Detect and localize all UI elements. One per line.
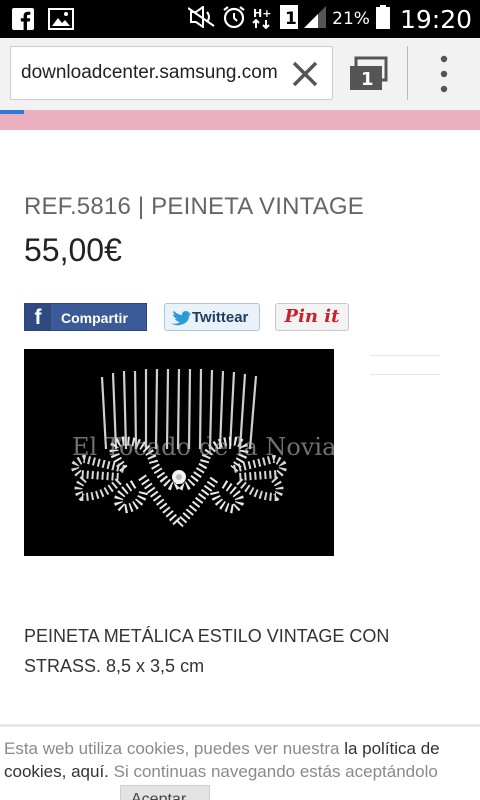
- overflow-menu-icon[interactable]: [432, 52, 456, 96]
- product-description: PEINETA METÁLICA ESTILO VINTAGE CON STRA…: [24, 626, 390, 676]
- url-field[interactable]: downloadcenter.samsung.com: [10, 46, 333, 100]
- accept-cookies-button[interactable]: Aceptar: [120, 785, 210, 800]
- twitter-share-label: Twittear: [192, 309, 249, 326]
- sim-icon: 1: [280, 4, 299, 34]
- tab-count: 1: [361, 69, 374, 90]
- battery-icon: [375, 4, 390, 34]
- image-icon: [48, 8, 74, 35]
- thumbnail-strip[interactable]: [370, 355, 440, 377]
- browser-toolbar: downloadcenter.samsung.com 1: [0, 38, 480, 110]
- twitter-share-button[interactable]: Twittear: [164, 303, 260, 331]
- cookie-banner: Esta web utiliza cookies, puedes ver nue…: [0, 727, 480, 800]
- cookie-text-1: Esta web utiliza cookies, puedes ver nue…: [4, 739, 345, 758]
- facebook-share-button[interactable]: f Compartir: [24, 303, 147, 331]
- alarm-icon: [222, 5, 246, 34]
- signal-icon: [304, 5, 327, 33]
- facebook-share-label: Compartir: [61, 310, 128, 326]
- clear-icon[interactable]: [290, 59, 320, 89]
- product-image[interactable]: El Tocado de la Novia: [24, 349, 334, 556]
- battery-percent: 21%: [332, 9, 370, 29]
- cookie-message: Esta web utiliza cookies, puedes ver nue…: [4, 737, 476, 783]
- facebook-icon: f: [25, 304, 51, 330]
- data-icon: H+: [252, 5, 274, 34]
- toolbar-divider: [407, 46, 408, 100]
- tabs-icon[interactable]: 1: [348, 56, 390, 92]
- site-header-strip: [0, 110, 480, 130]
- product-price: 55,00€: [24, 232, 122, 268]
- sim-badge-text: 1: [285, 9, 297, 29]
- pinterest-share-button[interactable]: Pin it: [275, 303, 349, 331]
- url-text[interactable]: downloadcenter.samsung.com: [21, 62, 289, 84]
- twitter-bird-icon: [171, 311, 191, 330]
- status-bar: H+ 1 21% 19:20: [0, 0, 480, 38]
- product-title: REF.5816 | PEINETA VINTAGE: [24, 193, 364, 220]
- page-load-progress: [0, 110, 24, 114]
- mute-icon: [187, 4, 216, 33]
- facebook-icon: [12, 8, 34, 35]
- svg-text:H+: H+: [253, 7, 271, 20]
- image-watermark: El Tocado de la Novia: [72, 433, 334, 461]
- clock: 19:20: [399, 4, 472, 34]
- cookie-text-2: Si continuas navegando estás aceptándolo: [108, 762, 438, 781]
